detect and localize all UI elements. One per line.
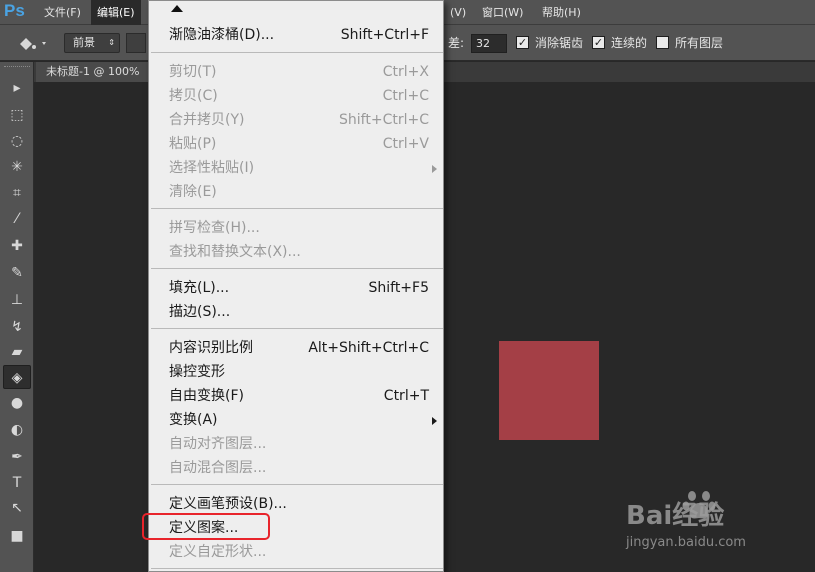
menu-separator <box>151 268 443 269</box>
menu-separator <box>151 208 443 209</box>
fill-source-select[interactable]: 前景 ⇕ <box>64 33 120 53</box>
eyedropper-tool-icon[interactable]: ⁄ <box>3 207 31 231</box>
menu-item-label: 变换(A) <box>169 412 218 428</box>
menu-item-label: 自动对齐图层... <box>169 436 267 452</box>
menu-separator <box>151 568 443 569</box>
menu-item-label: 自由变换(F) <box>169 388 244 404</box>
menu-item: 选择性粘贴(I) <box>149 156 443 180</box>
scroll-up-arrow-icon[interactable] <box>171 5 183 12</box>
menu-item: 粘贴(P) Ctrl+V <box>149 132 443 156</box>
menu-separator <box>151 52 443 53</box>
menu-view[interactable]: (V) <box>444 0 472 25</box>
menu-item-label: 合并拷贝(Y) <box>169 112 245 128</box>
menu-item-label: 描边(S)... <box>169 304 231 320</box>
menu-item: 查找和替换文本(X)... <box>149 240 443 264</box>
menu-item-label: 拷贝(C) <box>169 88 218 104</box>
marquee-tool-icon[interactable]: ⬚ <box>3 103 31 127</box>
contiguous-checkbox[interactable]: ✓ <box>592 36 605 49</box>
menu-item-label: 查找和替换文本(X)... <box>169 244 301 260</box>
menu-separator <box>151 328 443 329</box>
menu-item-label: 操控变形 <box>169 364 225 380</box>
antialias-checkbox[interactable]: ✓ <box>516 36 529 49</box>
menu-item: 剪切(T) Ctrl+X <box>149 60 443 84</box>
stepper-icon: ⇕ <box>108 38 115 47</box>
lasso-tool-icon[interactable]: ◌ <box>3 129 31 153</box>
menu-item: 拼写检查(H)... <box>149 216 443 240</box>
menu-item: 定义自定形状... <box>149 540 443 564</box>
menu-item-label: 选择性粘贴(I) <box>169 160 255 176</box>
menu-item: 清除(E) <box>149 180 443 204</box>
move-tool-icon[interactable]: ▸ <box>3 76 31 100</box>
dodge-tool-icon[interactable]: ◐ <box>3 418 31 442</box>
menu-item[interactable]: 操控变形 <box>149 360 443 384</box>
menu-item-label: 渐隐油漆桶(D)... <box>169 27 275 43</box>
menu-item-label: 清除(E) <box>169 184 217 200</box>
menu-item-label: 粘贴(P) <box>169 136 217 152</box>
menu-edit[interactable]: 编辑(E) <box>91 0 141 25</box>
photoshop-logo: Ps <box>4 1 25 20</box>
menu-item-shortcut: Ctrl+T <box>383 388 429 404</box>
menu-help[interactable]: 帮助(H) <box>536 0 587 25</box>
menu-item-label: 剪切(T) <box>169 64 217 80</box>
menu-item[interactable]: 填充(L)... Shift+F5 <box>149 276 443 300</box>
menu-item-label: 内容识别比例 <box>169 340 253 356</box>
menu-item[interactable]: 描边(S)... <box>149 300 443 324</box>
menu-item-shortcut: Ctrl+V <box>382 136 429 152</box>
tolerance-input[interactable]: 32 <box>471 34 507 53</box>
eraser-tool-icon[interactable]: ▰ <box>3 340 31 364</box>
brush-tool-icon[interactable]: ✎ <box>3 261 31 285</box>
menu-separator <box>151 484 443 485</box>
menu-window[interactable]: 窗口(W) <box>476 0 529 25</box>
pattern-picker[interactable] <box>126 33 146 53</box>
stamp-tool-icon[interactable]: ⊥ <box>3 288 31 312</box>
edit-menu-dropdown: 渐隐油漆桶(D)... Shift+Ctrl+F 剪切(T) Ctrl+X 拷贝(C) C… <box>148 0 444 572</box>
tolerance-label: 差: <box>448 36 465 50</box>
menu-item[interactable]: 自由变换(F) Ctrl+T <box>149 384 443 408</box>
magic-wand-tool-icon[interactable]: ✳ <box>3 155 31 179</box>
pen-tool-icon[interactable]: ✒ <box>3 445 31 469</box>
path-select-tool-icon[interactable]: ↖ <box>3 496 31 520</box>
contiguous-label: 连续的 <box>611 36 648 50</box>
menu-item-label: 自动混合图层... <box>169 460 267 476</box>
tool-preset-picker[interactable] <box>14 32 50 54</box>
menu-item-label: 填充(L)... <box>169 280 230 296</box>
antialias-label: 消除锯齿 <box>535 36 584 50</box>
toolbox: ▸ ⬚ ◌ ✳ ⌗ ⁄ ✚ ✎ ⊥ ↯ ▰ ◈ ● ◐ ✒ T ↖ ■ <box>0 62 34 572</box>
menu-item: 合并拷贝(Y) Shift+Ctrl+C <box>149 108 443 132</box>
highlight-annotation-box <box>142 513 270 540</box>
submenu-arrow-icon <box>432 165 437 173</box>
all-layers-checkbox[interactable] <box>656 36 669 49</box>
healing-brush-tool-icon[interactable]: ✚ <box>3 234 31 258</box>
document-tab[interactable]: 未标题-1 @ 100% <box>36 62 150 82</box>
menu-item[interactable]: 内容识别比例 Alt+Shift+Ctrl+C <box>149 336 443 360</box>
menu-item-shortcut: Shift+Ctrl+F <box>340 27 429 43</box>
menu-item-shortcut: Alt+Shift+Ctrl+C <box>308 340 429 356</box>
toolbox-grip[interactable] <box>4 66 30 69</box>
menu-file[interactable]: 文件(F) <box>38 0 87 25</box>
blur-tool-icon[interactable]: ● <box>3 391 31 415</box>
menu-item-shortcut: Shift+Ctrl+C <box>339 112 429 128</box>
submenu-arrow-icon <box>432 417 437 425</box>
watermark-url: jingyan.baidu.com <box>626 535 746 550</box>
menu-item-shortcut: Ctrl+X <box>382 64 429 80</box>
baidu-paw-icon <box>682 491 716 519</box>
red-square-shape[interactable] <box>499 341 599 440</box>
all-layers-label: 所有图层 <box>675 36 724 50</box>
menu-item: 拷贝(C) Ctrl+C <box>149 84 443 108</box>
paint-bucket-tool-icon[interactable]: ◈ <box>3 365 31 389</box>
menu-item: 自动混合图层... <box>149 456 443 480</box>
menu-item-shortcut: Shift+F5 <box>368 280 429 296</box>
menu-item[interactable]: 渐隐油漆桶(D)... Shift+Ctrl+F <box>149 23 443 47</box>
history-brush-tool-icon[interactable]: ↯ <box>3 315 31 339</box>
paint-bucket-icon <box>20 38 46 50</box>
menu-item: 自动对齐图层... <box>149 432 443 456</box>
fill-source-value: 前景 <box>73 36 95 49</box>
menu-item-label: 拼写检查(H)... <box>169 220 260 236</box>
menu-item-shortcut: Ctrl+C <box>382 88 429 104</box>
crop-tool-icon[interactable]: ⌗ <box>3 181 31 205</box>
type-tool-icon[interactable]: T <box>3 471 31 495</box>
menu-item[interactable]: 变换(A) <box>149 408 443 432</box>
shape-tool-icon[interactable]: ■ <box>3 524 31 548</box>
menu-item-label: 定义自定形状... <box>169 544 267 560</box>
